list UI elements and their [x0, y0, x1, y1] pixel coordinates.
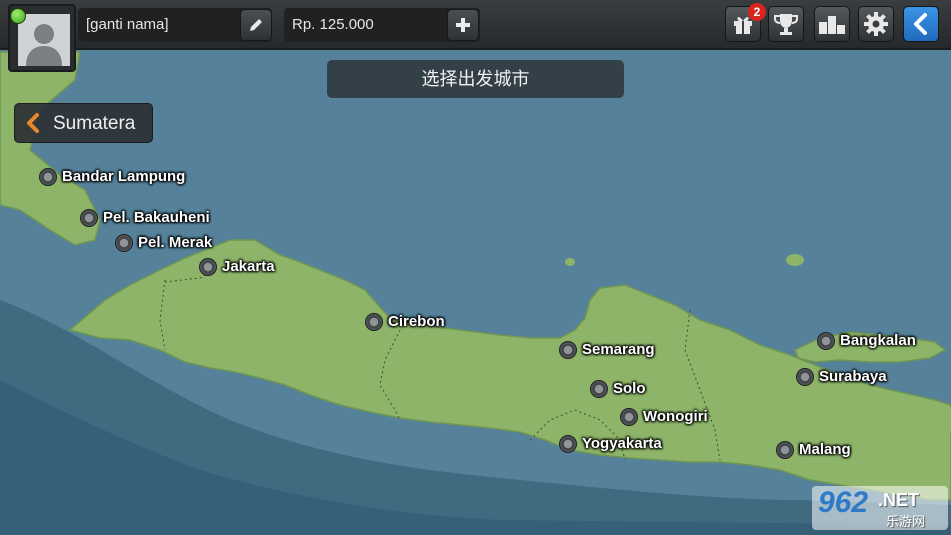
city-label: Yogyakarta: [582, 435, 662, 452]
city-pin-icon: [365, 313, 383, 331]
plus-icon: [456, 18, 470, 32]
city-pin-icon: [590, 380, 608, 398]
gift-count-badge: 2: [748, 3, 766, 21]
city-label: Pel. Merak: [138, 234, 213, 251]
city-label: Surabaya: [819, 368, 887, 385]
wallet-box: Rp. 125.000: [284, 8, 480, 42]
player-name: [ganti nama]: [86, 16, 169, 33]
city-label: Jakarta: [222, 258, 275, 275]
leaderboard-button[interactable]: [814, 6, 850, 42]
watermark-suffix: .NET: [878, 490, 920, 510]
city-pin-icon: [559, 341, 577, 359]
city-pin-icon: [80, 209, 98, 227]
city-pin-icon: [39, 168, 57, 186]
leaderboard-icon: [819, 16, 845, 34]
city-label: Bangkalan: [840, 332, 916, 349]
wallet-amount: Rp. 125.000: [292, 16, 374, 33]
settings-button[interactable]: [858, 6, 894, 42]
city-pin-icon: [776, 441, 794, 459]
watermark-cn: 乐游网: [886, 514, 926, 529]
gift-button[interactable]: 2: [725, 3, 766, 42]
online-dot-icon: [10, 8, 26, 24]
city-pin-icon: [796, 368, 814, 386]
city-label: Wonogiri: [643, 408, 708, 425]
watermark-brand: 962: [818, 486, 869, 519]
city-pin-icon: [559, 435, 577, 453]
city-label: Malang: [799, 441, 851, 458]
city-pin-icon: [199, 258, 217, 276]
site-watermark: 962 .NET 乐游网: [812, 486, 948, 530]
user-silhouette-icon: [18, 14, 70, 66]
trophy-icon: [774, 14, 798, 35]
city-label: Cirebon: [388, 313, 445, 330]
city-label: Pel. Bakauheni: [103, 209, 210, 226]
back-button[interactable]: [903, 6, 939, 42]
city-pin-icon: [620, 408, 638, 426]
region-label: Sumatera: [53, 113, 136, 134]
chevron-left-icon: [27, 113, 39, 133]
city-label: Solo: [613, 380, 646, 397]
gear-icon: [864, 12, 888, 36]
city-label: Semarang: [582, 341, 655, 358]
city-pin-icon: [115, 234, 133, 252]
back-arrow-icon: [914, 13, 927, 35]
trophy-button[interactable]: [768, 6, 804, 42]
region-back-button[interactable]: Sumatera: [14, 103, 153, 143]
page-title: 选择出发城市: [327, 60, 624, 98]
pencil-icon: [250, 19, 262, 31]
edit-name-button[interactable]: [240, 9, 272, 41]
city-pin-icon: [817, 332, 835, 350]
add-money-button[interactable]: [447, 9, 479, 41]
city-label: Bandar Lampung: [62, 168, 186, 185]
player-name-field[interactable]: [ganti nama]: [78, 8, 272, 42]
